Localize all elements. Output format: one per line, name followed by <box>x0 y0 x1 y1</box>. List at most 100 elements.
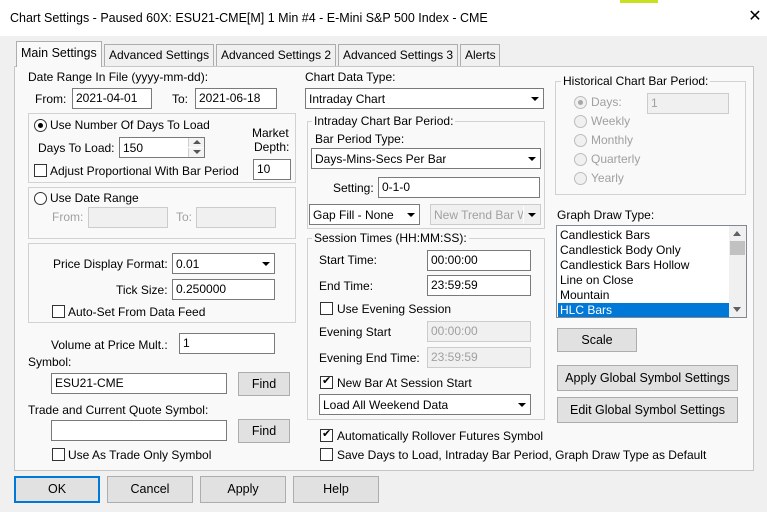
scroll-thumb[interactable] <box>730 241 745 255</box>
spin-down-icon[interactable] <box>188 148 204 157</box>
end-time-field[interactable]: 23:59:59 <box>427 275 531 296</box>
range-from-field[interactable] <box>88 207 168 228</box>
historical-quarterly-label: Quarterly <box>591 152 641 166</box>
trade-symbol-field[interactable] <box>51 420 227 441</box>
historical-quarterly-radio[interactable] <box>574 153 587 166</box>
use-days-label: Use Number Of Days To Load <box>50 118 210 132</box>
bar-period-type-value: Days-Mins-Secs Per Bar <box>315 152 447 166</box>
save-default-checkbox[interactable] <box>320 448 333 461</box>
tick-size-field[interactable]: 0.250000 <box>172 279 275 300</box>
tab-advanced-settings[interactable]: Advanced Settings <box>104 44 214 66</box>
start-time-field[interactable]: 00:00:00 <box>427 250 531 271</box>
new-trend-bar-select[interactable]: New Trend Bar W <box>430 204 541 225</box>
market-depth-field[interactable]: 10 <box>253 159 291 180</box>
background-strip <box>620 0 658 3</box>
use-date-range-label: Use Date Range <box>50 191 139 205</box>
tab-advanced-settings-2[interactable]: Advanced Settings 2 <box>216 44 336 66</box>
window-title: Chart Settings - Paused 60X: ESU21-CME[M… <box>10 11 488 25</box>
symbol-find-button[interactable]: Find <box>238 372 290 396</box>
historical-days-field[interactable]: 1 <box>647 93 729 114</box>
use-days-radio[interactable] <box>34 119 47 132</box>
volume-mult-field[interactable]: 1 <box>179 333 275 354</box>
list-item[interactable]: Mountain <box>558 288 729 303</box>
graph-draw-type-label: Graph Draw Type: <box>557 208 655 222</box>
evening-session-checkbox[interactable] <box>320 302 333 315</box>
days-to-load-stepper[interactable]: 150 <box>119 137 205 158</box>
ok-button[interactable]: OK <box>14 476 100 503</box>
volume-mult-label: Volume at Price Mult.: <box>51 338 168 352</box>
historical-monthly-label: Monthly <box>591 133 634 147</box>
start-time-label: Start Time: <box>319 253 378 267</box>
historical-days-label: Days: <box>591 95 622 109</box>
use-date-range-radio[interactable] <box>34 192 47 205</box>
autoset-checkbox[interactable] <box>52 305 65 318</box>
trade-symbol-find-button[interactable]: Find <box>238 419 290 443</box>
range-to-label: To: <box>176 210 193 224</box>
new-trend-bar-value: New Trend Bar W <box>434 208 524 222</box>
list-item[interactable]: Candlestick Bars Hollow <box>558 258 729 273</box>
close-icon[interactable]: ✕ <box>745 6 765 28</box>
market-depth-label-2: Depth: <box>254 140 290 154</box>
session-times-title: Session Times (HH:MM:SS): <box>312 231 469 245</box>
file-from-label: From: <box>35 92 67 106</box>
chart-data-type-select[interactable]: Intraday Chart <box>305 88 544 109</box>
gap-fill-value: Gap Fill - None <box>313 208 394 222</box>
auto-rollover-checkbox[interactable] <box>320 427 333 442</box>
new-bar-session-checkbox[interactable] <box>320 374 333 389</box>
tick-size-label: Tick Size: <box>116 283 168 297</box>
list-item-selected[interactable]: HLC Bars <box>558 303 729 317</box>
historical-yearly-radio[interactable] <box>574 172 587 185</box>
graph-draw-type-list[interactable]: Candlestick Bars Candlestick Body Only C… <box>556 225 747 318</box>
adjust-proportional-label: Adjust Proportional With Bar Period <box>50 164 239 178</box>
evening-session-label: Use Evening Session <box>337 302 452 316</box>
file-to-field[interactable]: 2021-06-18 <box>195 88 277 109</box>
range-to-field[interactable] <box>196 207 276 228</box>
edit-global-symbol-button[interactable]: Edit Global Symbol Settings <box>557 397 738 423</box>
auto-rollover-label: Automatically Rollover Futures Symbol <box>337 429 544 443</box>
evening-end-field[interactable]: 23:59:59 <box>427 347 531 368</box>
adjust-proportional-checkbox[interactable] <box>34 164 47 177</box>
tab-advanced-settings-3[interactable]: Advanced Settings 3 <box>338 44 458 66</box>
chevron-down-icon <box>523 150 539 167</box>
price-format-select[interactable]: 0.01 <box>172 253 275 274</box>
bar-period-type-select[interactable]: Days-Mins-Secs Per Bar <box>311 148 541 169</box>
list-scrollbar[interactable] <box>729 226 746 317</box>
file-from-field[interactable]: 2021-04-01 <box>72 88 152 109</box>
evening-start-field[interactable]: 00:00:00 <box>427 321 531 342</box>
symbol-field[interactable]: ESU21-CME <box>51 373 227 394</box>
setting-field[interactable]: 0-1-0 <box>378 177 540 198</box>
help-button[interactable]: Help <box>293 476 379 503</box>
list-item[interactable]: Line on Close <box>558 273 729 288</box>
trade-only-label: Use As Trade Only Symbol <box>68 448 212 462</box>
list-item[interactable]: Candlestick Bars <box>558 228 729 243</box>
days-to-load-label: Days To Load: <box>38 141 115 155</box>
price-format-label: Price Display Format: <box>53 257 168 271</box>
apply-button[interactable]: Apply <box>200 476 286 503</box>
cancel-button[interactable]: Cancel <box>107 476 193 503</box>
market-depth-label-1: Market <box>252 126 289 140</box>
tab-main-settings[interactable]: Main Settings <box>16 41 102 67</box>
apply-global-symbol-button[interactable]: Apply Global Symbol Settings <box>557 365 738 391</box>
historical-monthly-radio[interactable] <box>574 134 587 147</box>
date-range-file-label: Date Range In File (yyyy-mm-dd): <box>28 70 209 84</box>
list-item[interactable]: Candlestick Body Only <box>558 243 729 258</box>
evening-start-label: Evening Start <box>319 325 392 339</box>
price-format-value: 0.01 <box>176 257 200 271</box>
save-default-label: Save Days to Load, Intraday Bar Period, … <box>337 448 707 462</box>
chart-data-type-label: Chart Data Type: <box>305 70 396 84</box>
chevron-down-icon <box>523 206 539 223</box>
weekend-data-select[interactable]: Load All Weekend Data <box>319 394 531 415</box>
autoset-label: Auto-Set From Data Feed <box>68 305 206 319</box>
bar-period-type-label: Bar Period Type: <box>315 132 405 146</box>
historical-days-radio[interactable] <box>574 96 587 109</box>
scroll-up-icon[interactable] <box>729 226 746 240</box>
trade-only-checkbox[interactable] <box>52 448 65 461</box>
spin-up-icon[interactable] <box>188 138 204 147</box>
symbol-label: Symbol: <box>28 355 72 369</box>
gap-fill-select[interactable]: Gap Fill - None <box>309 204 420 225</box>
historical-weekly-radio[interactable] <box>574 115 587 128</box>
chevron-down-icon <box>513 396 529 413</box>
scale-button[interactable]: Scale <box>557 328 637 352</box>
tab-alerts[interactable]: Alerts <box>460 44 500 66</box>
scroll-down-icon[interactable] <box>729 303 746 317</box>
